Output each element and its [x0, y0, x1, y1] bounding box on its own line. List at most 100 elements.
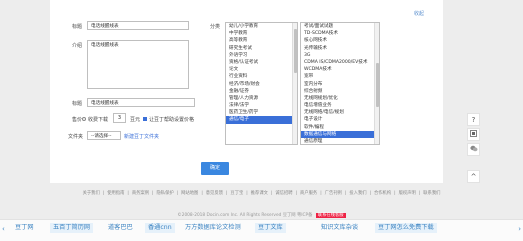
category-label: 分类: [210, 24, 221, 30]
category-item[interactable]: 法律/法学: [226, 102, 297, 109]
subcategory-item[interactable]: TD-SCDMA技术: [301, 30, 379, 37]
footer-separator: |: [295, 191, 298, 196]
category-list[interactable]: 幼儿/小学教育 中学教育 高等教育 研究生考试 外语学习 资格/认证考试 论文 行业资料 经济/…: [225, 22, 298, 145]
footer-link[interactable]: 联系我们: [423, 191, 440, 196]
new-folder-link[interactable]: 新建豆丁文件夹: [124, 133, 159, 140]
title-input[interactable]: 电话线醒线表: [87, 21, 189, 30]
footer-separator: |: [225, 191, 228, 196]
price-label: 售价: [72, 117, 83, 123]
bottom-tab[interactable]: 豆丁文库: [255, 223, 286, 233]
footer-copyright: ©2008-2018 Docin.com Inc. All Rights Res…: [0, 212, 523, 218]
subcategory-item[interactable]: 考试/面试试题: [301, 23, 379, 30]
subcategory-item[interactable]: 综合射频: [301, 88, 379, 95]
footer-link[interactable]: 豆丁宝: [230, 191, 243, 196]
category-item[interactable]: 通信/电子: [226, 116, 297, 124]
corner-link[interactable]: 收起: [414, 10, 424, 17]
subcategory-item[interactable]: WCDMA技术: [301, 66, 379, 73]
footer-link[interactable]: 商户服务: [300, 191, 317, 196]
footer-separator: |: [394, 191, 396, 196]
price-radio[interactable]: [82, 116, 86, 121]
ok-button[interactable]: 确定: [201, 162, 229, 175]
footer-link[interactable]: 推荐课文: [251, 191, 268, 196]
bottom-tab[interactable]: 豆丁网怎么免费下载: [375, 223, 437, 233]
subcategory-item[interactable]: CDMA IS/CDMA2000/EV技术: [301, 59, 379, 66]
folder-select[interactable]: --请选择--: [87, 131, 121, 140]
title-label: 标题: [72, 24, 83, 30]
price-unit: 豆元: [130, 117, 141, 123]
bottom-tab[interactable]: 万方数据库论文检测: [182, 223, 244, 233]
footer-link[interactable]: 诚信招聘: [275, 191, 292, 196]
bottom-tab[interactable]: 香通cnn: [145, 223, 175, 233]
subcategory-item[interactable]: 核心网技术: [301, 37, 379, 44]
scan-icon[interactable]: [467, 128, 480, 141]
service-badge[interactable]: 联系在线客服: [315, 213, 346, 218]
subcategory-item[interactable]: 宽带: [301, 73, 379, 80]
footer-link[interactable]: 使用指南: [107, 191, 124, 196]
back-to-top-icon[interactable]: ^: [467, 170, 480, 183]
footer-separator: |: [102, 191, 105, 196]
footer-separator: |: [418, 191, 421, 196]
intro-textarea[interactable]: 电话线醒线表: [87, 40, 189, 89]
subcategory-item[interactable]: 无线网规划/优化: [301, 95, 379, 102]
category-item[interactable]: 金融/证券: [226, 88, 297, 95]
footer-separator: |: [369, 191, 371, 196]
title2-label: 标题: [72, 101, 83, 107]
subcategory-item[interactable]: 通信原理: [301, 138, 379, 144]
subcategory-scrollbar[interactable]: [374, 23, 379, 144]
category-item[interactable]: 行业资料: [226, 73, 297, 80]
help-icon[interactable]: ?: [467, 113, 480, 126]
footer-link[interactable]: 网站地图: [181, 191, 198, 196]
subcategory-item[interactable]: 3G: [301, 52, 379, 59]
category-item[interactable]: 幼儿/小学教育: [226, 23, 297, 30]
category-item[interactable]: 外语学习: [226, 52, 297, 59]
subcategory-item[interactable]: 室内分布: [301, 81, 379, 88]
category-item[interactable]: 中学教育: [226, 30, 297, 37]
intro-label: 介绍: [72, 43, 83, 49]
category-scroll-thumb[interactable]: [293, 29, 297, 73]
category-item[interactable]: 论文: [226, 66, 297, 73]
footer-separator: |: [201, 191, 203, 196]
right-arrow-icon[interactable]: ›: [518, 225, 521, 233]
footer-links: 关于我们 | 使用指南 | 商务案例 | 隐私保护 | 网站地图 | 意见反馈 | 豆丁宝 | 推荐课文 | 诚…: [0, 190, 523, 196]
title2-input[interactable]: 电话线醒线表: [87, 98, 195, 107]
subcategory-item[interactable]: 电子设计: [301, 116, 379, 123]
subcategory-item[interactable]: 无线网络/电信/规划: [301, 109, 379, 116]
category-item[interactable]: 医药卫生/药学: [226, 109, 297, 116]
folder-label: 文件夹: [68, 134, 84, 140]
category-item[interactable]: 管理/人力资源: [226, 95, 297, 102]
price-check[interactable]: [143, 116, 147, 121]
category-item[interactable]: 资格/认证考试: [226, 59, 297, 66]
category-scrollbar[interactable]: [292, 23, 297, 144]
footer-separator: |: [270, 191, 273, 196]
footer-link[interactable]: 意见反馈: [206, 191, 223, 196]
bottom-tab[interactable]: 豆丁网: [12, 223, 37, 233]
subcategory-scroll-thumb[interactable]: [375, 63, 379, 107]
price-check-text: 让豆丁帮助设置价格: [149, 117, 195, 123]
footer-link[interactable]: 隐私保护: [156, 191, 173, 196]
price-stepper[interactable]: 3: [113, 113, 126, 123]
left-arrow-icon[interactable]: ‹: [2, 225, 5, 233]
category-item[interactable]: 经济/市场/财会: [226, 81, 297, 88]
footer-separator: |: [320, 191, 322, 196]
bottom-tab[interactable]: 五百丁简历网: [50, 223, 94, 233]
upload-form-panel: 收起 标题 电话线醒线表 介绍 电话线醒线表 标题 电话线醒线表 售价 收费下载…: [50, 0, 443, 183]
footer-link[interactable]: 广告刊例: [325, 191, 342, 196]
footer-link[interactable]: 合作机构: [374, 191, 391, 196]
footer-link[interactable]: 关于我们: [83, 191, 100, 196]
subcategory-item[interactable]: 电信增值业务: [301, 102, 379, 109]
footer-separator: |: [176, 191, 179, 196]
footer-link[interactable]: 投入我们: [349, 191, 366, 196]
subcategory-item[interactable]: 数据通信与网络: [301, 130, 379, 138]
category-item[interactable]: 研究生考试: [226, 45, 297, 52]
footer-separator: |: [246, 191, 248, 196]
category-item[interactable]: 高等教育: [226, 37, 297, 44]
subcategory-list[interactable]: 考试/面试试题 TD-SCDMA技术 核心网技术 光传输技术 3G CDMA IS/CDM…: [300, 22, 380, 145]
footer-link[interactable]: 商务案例: [132, 191, 149, 196]
price-prefix: 收费下载: [88, 117, 109, 123]
bottom-tab[interactable]: 道客巴巴: [105, 223, 136, 233]
subcategory-item[interactable]: 光传输技术: [301, 45, 379, 52]
footer-link[interactable]: 版权声明: [399, 191, 416, 196]
subcategory-item[interactable]: 软件/编程: [301, 124, 379, 131]
wechat-icon[interactable]: [467, 143, 480, 156]
bottom-tab[interactable]: 知识文库杂谈: [318, 223, 361, 233]
